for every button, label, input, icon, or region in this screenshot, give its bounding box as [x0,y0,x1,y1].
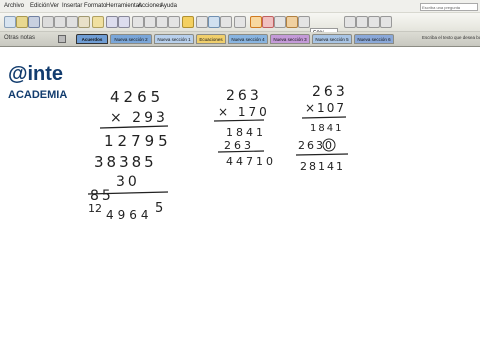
p1-multiplier: × 293 [110,110,168,126]
p1-result-sup: 5 [155,201,163,216]
p3-multiplicand: 263 [312,84,348,100]
p3-rule-2 [295,153,349,156]
p1-carry: 30 [116,174,140,190]
multiplication-problem-1: 4265 × 293 12795 38385 30 85 12 4964 5 [87,88,172,222]
p1-partial-2: 38385 [94,153,157,171]
p2-multiplier: × 170 [218,105,270,119]
p1-rule-1 [99,125,169,129]
multiplication-problem-2: 263 × 170 1841 263 44710 [213,88,276,168]
p3-partial-1: 1841 [310,123,343,134]
p2-rule-1 [213,119,265,122]
p3-partial-2: 2630 [298,139,334,152]
p1-result-prefix: 12 [88,202,102,215]
p1-multiplicand: 4265 [110,88,164,106]
p2-partial-1: 1841 [226,126,266,139]
handwriting-canvas: 4265 × 293 12795 38385 30 85 12 4964 5 2… [87,84,349,222]
p3-multiplier: ×107 [305,101,346,115]
p2-partial-2: 263 [224,139,254,152]
p1-result-rest: 4964 [106,208,153,222]
p3-rule-1 [301,116,347,119]
p2-multiplicand: 263 [226,88,262,104]
p1-partial-1: 12795 [104,132,172,150]
p2-result: 44710 [226,155,276,168]
p3-result: 28141 [300,160,345,173]
multiplication-problem-3: 263 ×107 1841 2630 28141 [295,84,349,173]
